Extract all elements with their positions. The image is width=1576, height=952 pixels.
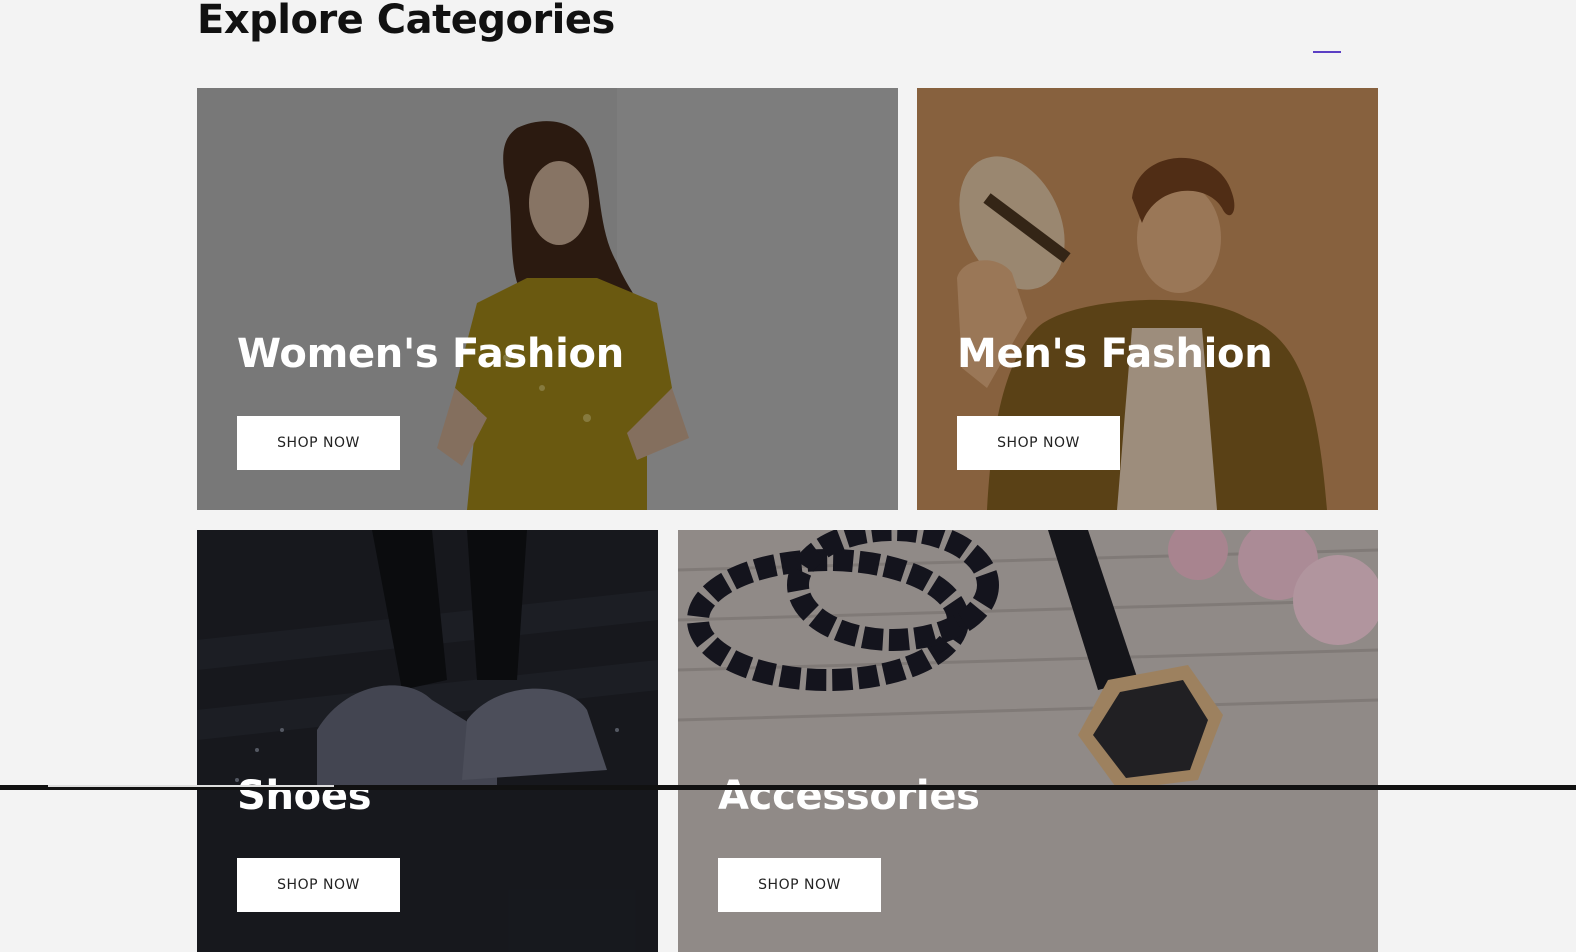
shop-now-button[interactable]: SHOP NOW bbox=[237, 858, 400, 912]
shop-now-button[interactable]: SHOP NOW bbox=[237, 416, 400, 470]
scrollbar-thumb[interactable] bbox=[48, 785, 334, 787]
shop-now-button[interactable]: SHOP NOW bbox=[957, 416, 1120, 470]
category-card-accessories[interactable]: Accessories SHOP NOW bbox=[678, 530, 1378, 952]
category-title: Men's Fashion bbox=[957, 331, 1273, 377]
section-title: Explore Categories bbox=[197, 0, 615, 43]
category-title: Women's Fashion bbox=[237, 331, 624, 377]
horizontal-scrollbar[interactable] bbox=[0, 785, 1576, 790]
shop-now-button[interactable]: SHOP NOW bbox=[718, 858, 881, 912]
carousel-indicator[interactable] bbox=[1313, 51, 1341, 53]
category-card-mens-fashion[interactable]: Men's Fashion SHOP NOW bbox=[917, 88, 1378, 510]
category-card-shoes[interactable]: Shoes SHOP NOW bbox=[197, 530, 658, 952]
category-title: Accessories bbox=[718, 773, 980, 819]
category-card-womens-fashion[interactable]: Women's Fashion SHOP NOW bbox=[197, 88, 898, 510]
category-title: Shoes bbox=[237, 773, 372, 819]
